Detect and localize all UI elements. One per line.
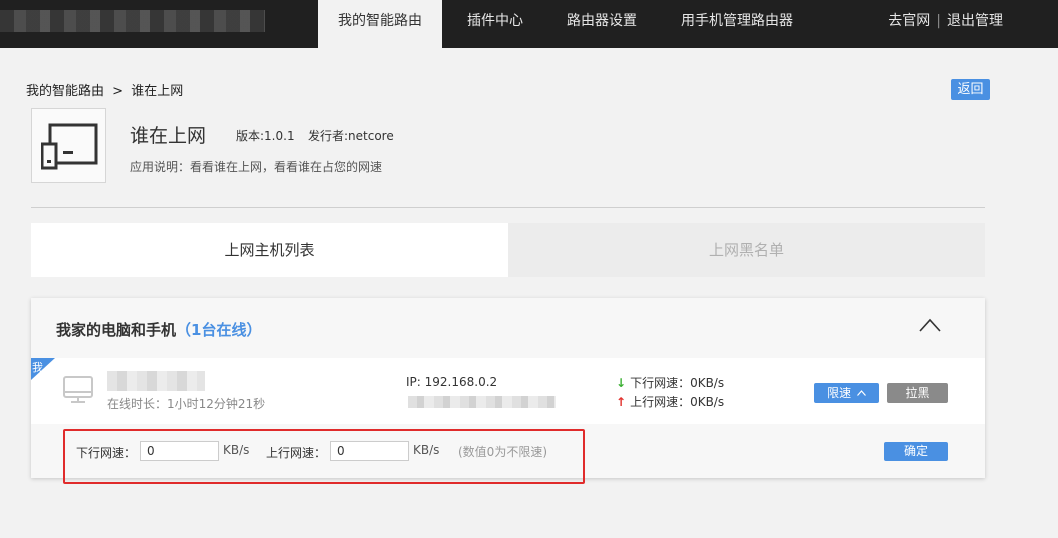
top-links: 去官网 | 退出管理 (888, 0, 1003, 42)
app-description: 应用说明：看看谁在上网，看看谁在占您的网速 (130, 160, 383, 174)
chevron-up-icon[interactable] (919, 318, 941, 332)
brand-logo-blurred (0, 10, 265, 32)
blacklist-button[interactable]: 拉黑 (887, 383, 948, 403)
nav-tab-router-settings[interactable]: 路由器设置 (556, 0, 648, 48)
download-limit-unit: KB/s (223, 443, 250, 457)
top-links-separator: | (936, 13, 941, 29)
upload-limit-unit: KB/s (413, 443, 440, 457)
device-panel: 我家的电脑和手机（1台在线） 我 在线时长：1小时12分钟21秒 IP: 192… (31, 298, 985, 478)
panel-title-text: 我家的电脑和手机 (56, 321, 177, 339)
download-speed: ↓ 下行网速：0KB/s (616, 374, 724, 391)
tab-blacklist[interactable]: 上网黑名单 (508, 223, 985, 277)
breadcrumb-parent[interactable]: 我的智能路由 (26, 84, 104, 99)
me-badge-label: 我 (32, 361, 43, 374)
breadcrumb-current: 谁在上网 (131, 84, 184, 99)
device-ip: IP: 192.168.0.2 (406, 375, 498, 389)
download-limit-input[interactable] (140, 441, 219, 461)
confirm-button[interactable]: 确定 (884, 442, 948, 461)
upload-speed-text: 上行网速：0KB/s (630, 395, 725, 409)
computer-icon (63, 376, 93, 403)
app-publisher: 发行者:netcore (308, 129, 394, 143)
download-speed-text: 下行网速：0KB/s (630, 376, 725, 390)
upload-speed: ↑ 上行网速：0KB/s (616, 393, 724, 410)
back-button[interactable]: 返回 (951, 79, 990, 100)
nav-tab-mobile-manage[interactable]: 用手机管理路由器 (670, 0, 804, 48)
section-divider (31, 207, 985, 208)
breadcrumb-separator: > (112, 84, 124, 99)
subtabs: 上网主机列表 上网黑名单 (31, 223, 985, 277)
app-title: 谁在上网 (130, 125, 207, 147)
speed-limit-label: 限速 (827, 386, 852, 400)
chevron-up-small-icon (856, 390, 866, 396)
nav-tab-my-router[interactable]: 我的智能路由 (318, 0, 442, 48)
limit-hint: (数值0为不限速) (458, 445, 547, 459)
device-mac-blurred (408, 396, 556, 408)
download-limit-label: 下行网速： (76, 446, 137, 460)
online-count: （1台在线） (176, 321, 262, 339)
speed-limit-form: 下行网速： KB/s 上行网速： KB/s (数值0为不限速) 确定 (31, 424, 985, 478)
me-badge: 我 (31, 358, 55, 380)
device-name-blurred (107, 371, 205, 391)
app-version: 版本:1.0.1 (236, 129, 295, 143)
devices-icon (41, 123, 98, 170)
panel-header: 我家的电脑和手机（1台在线） (31, 298, 985, 358)
logout-link[interactable]: 退出管理 (947, 13, 1003, 29)
panel-title: 我家的电脑和手机（1台在线） (56, 319, 261, 340)
nav-tab-plugin-center[interactable]: 插件中心 (448, 0, 542, 48)
online-duration: 在线时长：1小时12分钟21秒 (107, 397, 266, 411)
upload-limit-label: 上行网速： (266, 446, 327, 460)
arrow-up-icon: ↑ (616, 395, 627, 409)
top-navigation-bar: 我的智能路由 插件中心 路由器设置 用手机管理路由器 去官网 | 退出管理 (0, 0, 1058, 48)
speed-limit-button[interactable]: 限速 (814, 383, 879, 403)
tab-online-host-list[interactable]: 上网主机列表 (31, 223, 508, 277)
upload-limit-input[interactable] (330, 441, 409, 461)
breadcrumb: 我的智能路由 > 谁在上网 (26, 80, 183, 99)
app-icon (31, 108, 106, 183)
official-site-link[interactable]: 去官网 (888, 13, 930, 29)
arrow-down-icon: ↓ (616, 376, 627, 390)
